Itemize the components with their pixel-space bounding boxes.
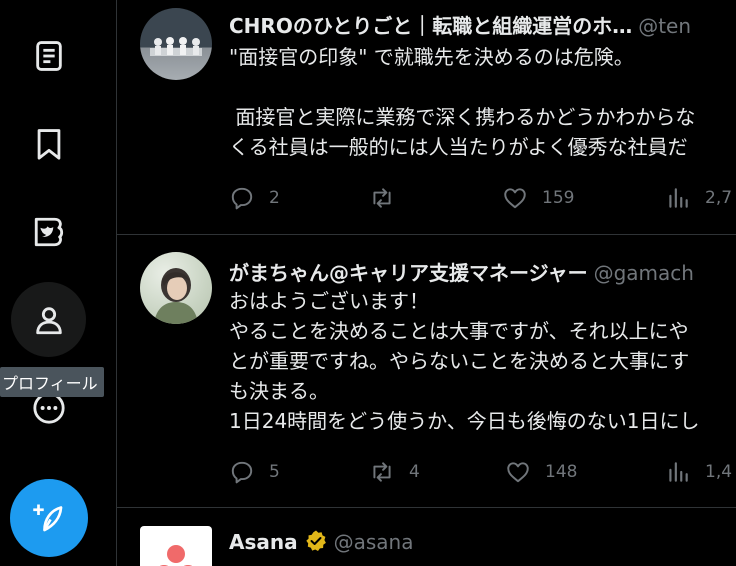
retweet-icon — [373, 188, 391, 208]
tweet-text: "面接官の印象" で就職先を決めるのは危険。 面接官と実際に業務で深く携わるかど… — [229, 45, 696, 159]
avatar[interactable] — [140, 252, 212, 324]
tweet-header: CHROのひとりごと｜転職と組織運営のホ… @ten — [229, 10, 691, 39]
view-count: 2,7 — [705, 188, 733, 208]
view-count: 1,4 — [705, 462, 733, 482]
retweet-count: 4 — [409, 462, 420, 482]
profile-icon — [35, 306, 62, 334]
heart-icon — [504, 188, 526, 209]
author-handle[interactable]: @gamach — [594, 261, 694, 285]
tweet-header: がまちゃん@キャリア支援マネージャー @gamach — [229, 257, 694, 286]
bookmarks-icon — [37, 128, 60, 160]
lists-icon — [35, 40, 62, 71]
timeline-feed: CHROのひとりごと｜転職と組織運営のホ… @ten "面接官の印象" で就職先を… — [117, 0, 736, 566]
heart-icon — [507, 462, 529, 483]
tweet-actions: 5 4 148 1,4 — [229, 459, 736, 489]
nav-lists[interactable] — [11, 18, 86, 93]
tweet[interactable]: がまちゃん@キャリア支援マネージャー @gamach おはようございます！ やるこ… — [117, 235, 736, 507]
author-handle[interactable]: @asana — [334, 530, 414, 554]
retweet-button[interactable] — [369, 185, 409, 211]
tweet[interactable]: CHROのひとりごと｜転職と組織運営のホ… @ten "面接官の印象" で就職先を… — [117, 0, 736, 234]
author-name[interactable]: CHROのひとりごと｜転職と組織運営のホ… — [229, 14, 632, 38]
avatar-image — [154, 268, 198, 324]
nav-twitter-blue[interactable] — [11, 194, 86, 269]
like-button[interactable]: 148 — [505, 459, 577, 485]
reply-icon — [231, 187, 253, 210]
avatar[interactable] — [140, 8, 212, 80]
like-count: 159 — [542, 188, 575, 208]
nav-bookmarks[interactable] — [11, 106, 86, 181]
views-icon — [669, 188, 688, 208]
reply-count: 2 — [269, 188, 280, 208]
compose-tweet-icon — [33, 504, 63, 532]
profile-tooltip: プロフィール — [0, 367, 104, 397]
twitter-blue-icon — [34, 217, 63, 246]
reply-button[interactable]: 2 — [229, 185, 280, 211]
views-button[interactable]: 1,4 — [665, 459, 732, 485]
compose-tweet-button[interactable] — [10, 479, 88, 557]
tweet-actions: 2 159 2,7 — [229, 185, 736, 215]
like-button[interactable]: 159 — [502, 185, 574, 211]
author-name[interactable]: Asana — [229, 530, 298, 554]
retweet-button[interactable]: 4 — [369, 459, 420, 485]
reply-icon — [231, 461, 253, 484]
like-count: 148 — [545, 462, 578, 482]
author-handle[interactable]: @ten — [638, 14, 691, 38]
asana-logo[interactable] — [140, 526, 212, 566]
sidebar-nav: プロフィール — [0, 0, 116, 566]
tweet[interactable]: Asana @asana — [117, 508, 736, 566]
asana-logo-icon — [159, 545, 193, 566]
views-icon — [669, 462, 688, 482]
nav-profile[interactable] — [11, 282, 86, 357]
author-name[interactable]: がまちゃん@キャリア支援マネージャー — [229, 261, 588, 285]
tweet-header: Asana @asana — [229, 529, 414, 554]
retweet-icon — [373, 462, 391, 482]
views-button[interactable]: 2,7 — [665, 185, 732, 211]
avatar-image — [150, 37, 202, 56]
reply-button[interactable]: 5 — [229, 459, 280, 485]
verified-badge-icon — [305, 530, 326, 551]
tweet-text: おはようございます！ やることを決めることは大事ですが、それ以上にや とが重要で… — [229, 289, 700, 433]
reply-count: 5 — [269, 462, 280, 482]
